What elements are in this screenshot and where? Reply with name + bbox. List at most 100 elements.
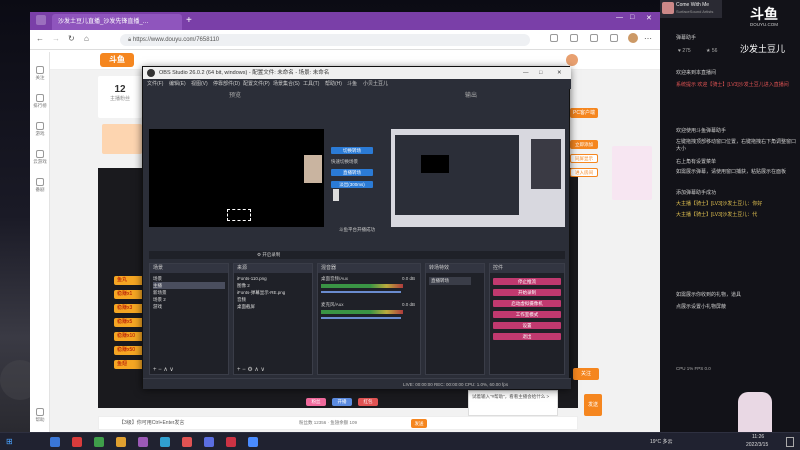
studio-mode-button[interactable]: 工作室模式 bbox=[493, 311, 561, 318]
taskbar-app-icon[interactable] bbox=[72, 437, 82, 447]
favorites-icon[interactable] bbox=[570, 34, 578, 42]
scene-item[interactable]: 新场景 bbox=[153, 289, 225, 296]
promo-banner[interactable] bbox=[612, 146, 652, 200]
menu-douyu[interactable]: 斗鱼 bbox=[347, 79, 357, 89]
clock-time[interactable]: 11:26 bbox=[752, 434, 764, 440]
menu-docks[interactable]: 停靠部件(D) bbox=[213, 79, 240, 89]
scene-add-icon[interactable]: + − ∧ ∨ bbox=[153, 366, 174, 373]
hint-banner[interactable]: 试着输入"#帮助"，看看主播会给什么 > bbox=[468, 390, 558, 416]
nav-follow[interactable]: 关注 bbox=[32, 66, 48, 81]
source-item[interactable]: 图像 2 bbox=[237, 282, 309, 289]
minimize-icon[interactable]: — bbox=[616, 14, 623, 21]
taskbar-app-icon[interactable] bbox=[94, 437, 104, 447]
scene-item[interactable]: 主播 bbox=[153, 282, 225, 289]
start-icon[interactable]: ⊞ bbox=[6, 437, 13, 446]
menu-view[interactable]: 视图(V) bbox=[191, 79, 208, 89]
volume-slider[interactable] bbox=[321, 317, 401, 319]
obs-close-icon[interactable]: ✕ bbox=[557, 67, 562, 79]
user-avatar[interactable] bbox=[566, 54, 578, 66]
more-icon[interactable]: ⋯ bbox=[644, 34, 652, 43]
douyu-logo[interactable]: 斗鱼 bbox=[100, 53, 134, 67]
transition-button[interactable]: 直播转场 bbox=[331, 169, 373, 176]
nav-cloud-game[interactable]: 云游戏 bbox=[32, 150, 48, 165]
side-button[interactable]: 立即添加 bbox=[570, 140, 598, 149]
source-item[interactable]: iFonts-弹幕显示-RE.png bbox=[237, 289, 309, 296]
menu-streamer[interactable]: 小贝土豆儿 bbox=[363, 79, 388, 89]
bottom-icon[interactable]: 开播 bbox=[332, 398, 352, 406]
menu-help[interactable]: 帮助(H) bbox=[325, 79, 342, 89]
browser-tab[interactable]: 沙发土豆儿直播_沙发先锋直播_… bbox=[52, 14, 182, 30]
taskbar-app-icon[interactable] bbox=[248, 437, 258, 447]
nav-game[interactable]: 游戏 bbox=[32, 122, 48, 137]
chat-input[interactable]: 【3级】你可用Ctrl+Enter发言 bbox=[119, 419, 184, 426]
scene-item[interactable]: 场景 bbox=[153, 275, 225, 282]
nav-anime[interactable]: 番剧 bbox=[32, 178, 48, 193]
preview-canvas[interactable] bbox=[149, 129, 324, 227]
taskbar-app-icon[interactable] bbox=[226, 437, 236, 447]
search-icon[interactable] bbox=[28, 437, 38, 447]
pc-client-badge[interactable]: PC客户端 bbox=[570, 108, 598, 118]
forward-icon[interactable]: → bbox=[52, 34, 60, 43]
home-icon[interactable]: ⌂ bbox=[84, 34, 89, 43]
taskbar-app-icon[interactable] bbox=[182, 437, 192, 447]
reload-icon[interactable]: ↻ bbox=[68, 34, 75, 43]
weather-widget[interactable]: 19°C 多云 bbox=[650, 438, 673, 445]
stop-stream-button[interactable]: 停止推流 bbox=[493, 278, 561, 285]
address-bar-row: ← → ↻ ⌂ 🔒︎ https://www.douyu.com/7658110… bbox=[30, 30, 660, 50]
menu-file[interactable]: 文件(F) bbox=[147, 79, 163, 89]
source-item[interactable]: 音频 bbox=[237, 296, 309, 303]
transition-slider[interactable] bbox=[333, 189, 339, 201]
follow-button[interactable]: 关注 bbox=[573, 368, 599, 380]
virtual-camera-button[interactable]: 启动虚拟摄像机 bbox=[493, 300, 561, 307]
scene-item[interactable]: 场景 2 bbox=[153, 296, 225, 303]
transition-select[interactable]: 直播转场 bbox=[429, 277, 471, 285]
volume-slider[interactable] bbox=[321, 291, 401, 293]
taskbar-app-icon[interactable] bbox=[50, 437, 60, 447]
program-canvas[interactable] bbox=[391, 129, 565, 227]
side-button[interactable]: 同屏显示 bbox=[570, 154, 598, 163]
bottom-icon[interactable]: 红包 bbox=[358, 398, 378, 406]
maximize-icon[interactable]: □ bbox=[630, 14, 634, 21]
bottom-icon[interactable]: 粉丝 bbox=[306, 398, 326, 406]
profile-avatar[interactable] bbox=[628, 33, 638, 43]
obs-maximize-icon[interactable]: □ bbox=[539, 67, 542, 79]
send-danmu-button[interactable]: 发送 bbox=[584, 394, 602, 416]
clock-date[interactable]: 2022/3/15 bbox=[746, 442, 768, 448]
side-button[interactable]: 进入房间 bbox=[570, 168, 598, 177]
transition-button[interactable]: 切换转场 bbox=[331, 147, 373, 154]
scene-item[interactable]: 游戏 bbox=[153, 303, 225, 310]
extension-icon[interactable] bbox=[550, 34, 558, 42]
start-record-button[interactable]: 开始录制 bbox=[493, 289, 561, 296]
menu-tools[interactable]: 工具(T) bbox=[303, 79, 319, 89]
url-field[interactable]: 🔒︎ https://www.douyu.com/7658110 bbox=[120, 34, 530, 46]
browser-menu-icon[interactable] bbox=[36, 15, 46, 25]
taskbar-app-icon[interactable] bbox=[160, 437, 170, 447]
send-button[interactable]: 发送 bbox=[411, 419, 427, 428]
notification-icon[interactable] bbox=[786, 437, 794, 447]
rec-label[interactable]: 开启录制 bbox=[262, 252, 280, 257]
menu-scene-collection[interactable]: 场景集合(S) bbox=[273, 79, 300, 89]
collections-icon[interactable] bbox=[590, 34, 598, 42]
close-icon[interactable]: ✕ bbox=[646, 14, 652, 22]
back-icon[interactable]: ← bbox=[36, 34, 44, 43]
nav-help[interactable]: 帮助 bbox=[32, 408, 48, 423]
rec-settings-icon[interactable]: ⚙ bbox=[257, 252, 261, 257]
nav-label: 关注 bbox=[35, 75, 45, 80]
taskbar-app-icon[interactable] bbox=[204, 437, 214, 447]
nav-rank[interactable]: 排行榜 bbox=[32, 94, 48, 109]
obs-minimize-icon[interactable]: — bbox=[523, 67, 529, 79]
media-notification[interactable]: Come With Me SurfaceSound Artists bbox=[660, 0, 722, 18]
taskbar-app-icon[interactable] bbox=[138, 437, 148, 447]
menu-profile[interactable]: 配置文件(P) bbox=[243, 79, 270, 89]
source-item[interactable]: 桌面截屏 bbox=[237, 303, 309, 310]
settings-button[interactable]: 设置 bbox=[493, 322, 561, 329]
source-item[interactable]: iFonts-110.png bbox=[237, 275, 309, 282]
new-tab-icon[interactable]: + bbox=[186, 16, 196, 26]
exit-button[interactable]: 退出 bbox=[493, 333, 561, 340]
menu-edit[interactable]: 编辑(E) bbox=[169, 79, 186, 89]
streamer-card-image[interactable] bbox=[102, 124, 142, 154]
transition-button[interactable]: 淡出(300ms) bbox=[331, 181, 373, 188]
downloads-icon[interactable] bbox=[610, 34, 618, 42]
source-add-icon[interactable]: + − ⚙ ∧ ∨ bbox=[237, 366, 265, 373]
taskbar-app-icon[interactable] bbox=[116, 437, 126, 447]
